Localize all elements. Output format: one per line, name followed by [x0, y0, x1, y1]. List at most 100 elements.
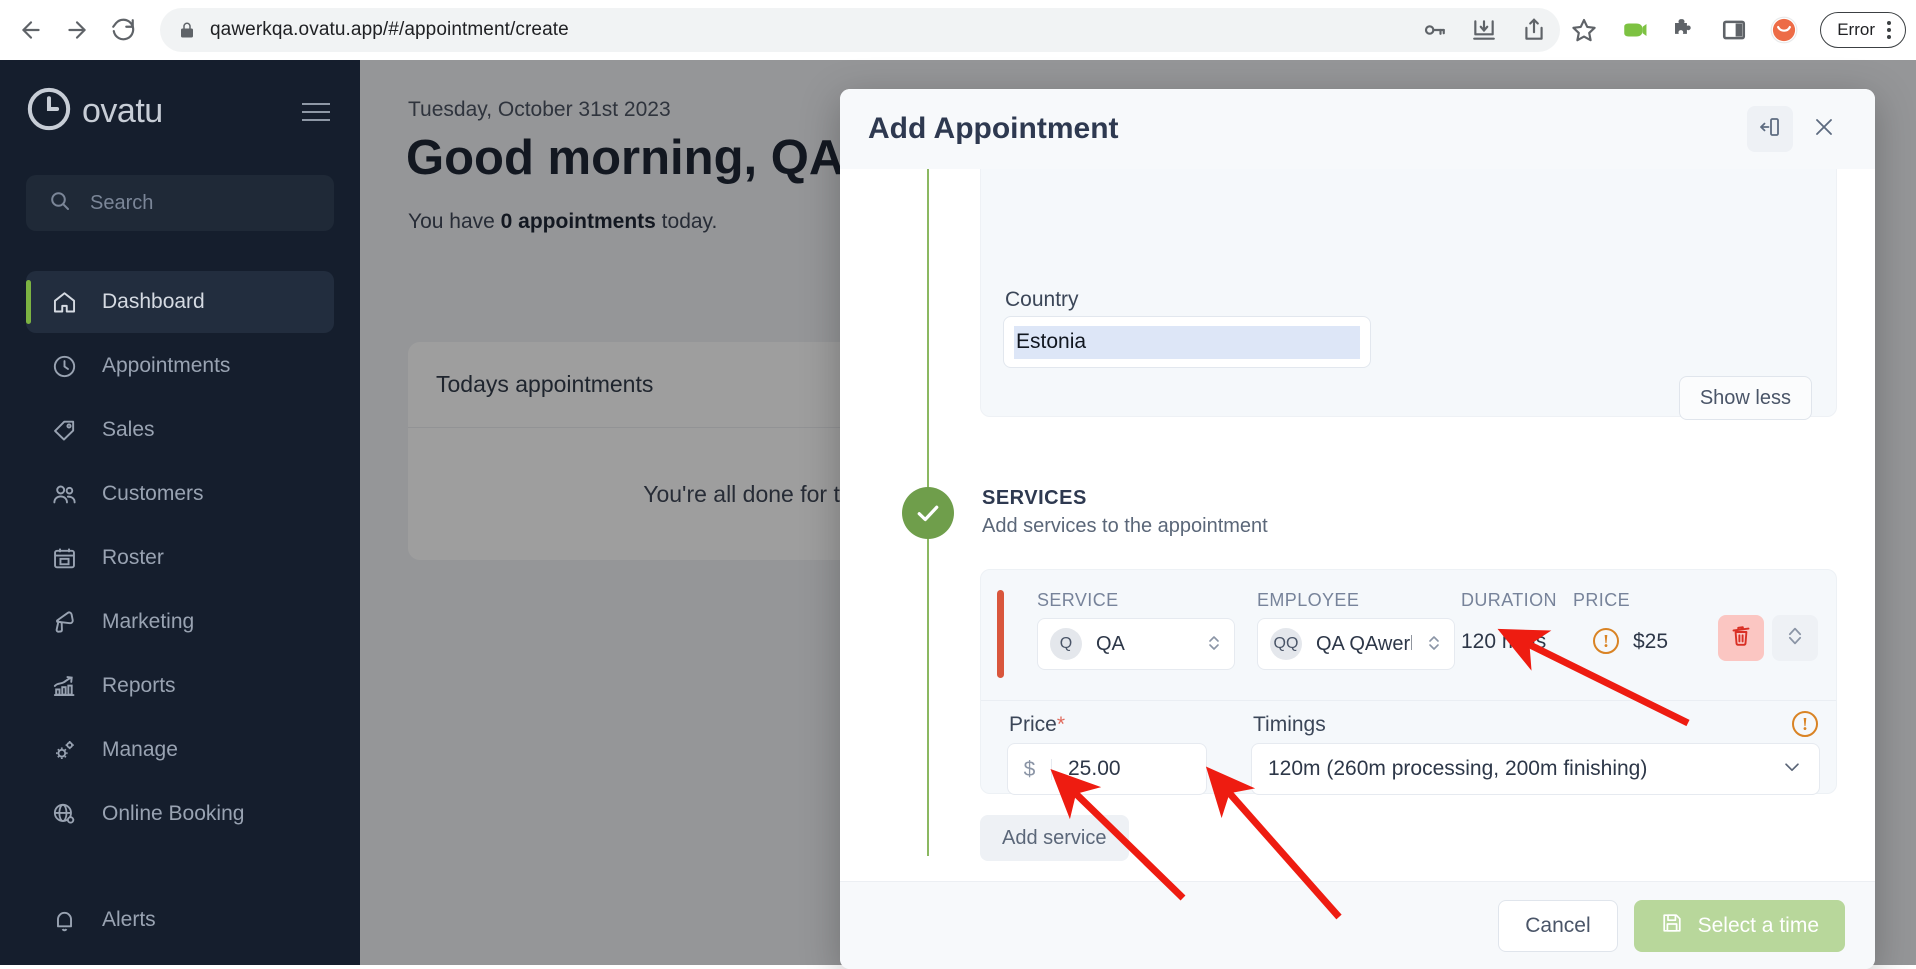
add-service-button[interactable]: Add service: [980, 815, 1129, 861]
tag-icon: [50, 416, 78, 444]
sidebar-item-label: Online Booking: [102, 802, 245, 825]
bar-chart-icon: [50, 672, 78, 700]
megaphone-icon: [50, 608, 78, 636]
back-button[interactable]: [10, 9, 52, 51]
service-row-actions: [1718, 615, 1818, 661]
cancel-button[interactable]: Cancel: [1498, 899, 1618, 952]
gears-icon: [50, 736, 78, 764]
service-duration-value: 120 mins: [1461, 630, 1547, 653]
sidebar-item-label: Manage: [102, 738, 178, 761]
modal-title: Add Appointment: [868, 112, 1119, 145]
close-modal-button[interactable]: [1801, 106, 1847, 152]
lock-icon: [178, 21, 196, 39]
search-input[interactable]: Search: [26, 175, 334, 231]
column-header-service: SERVICE: [1037, 590, 1119, 610]
services-section-header: SERVICES Add services to the appointment: [982, 487, 1268, 538]
trash-icon: [1729, 624, 1753, 653]
sidebar-item-marketing[interactable]: Marketing: [26, 591, 334, 653]
sidebar-item-label: Appointments: [102, 354, 231, 377]
customer-details-panel: Country Estonia Show less: [980, 169, 1837, 420]
side-panel-icon[interactable]: [1714, 10, 1754, 50]
delete-service-button[interactable]: [1718, 615, 1764, 661]
employee-select[interactable]: QQ QA QAwerk: [1257, 618, 1455, 670]
reload-button[interactable]: [102, 9, 144, 51]
service-row-card: SERVICE EMPLOYEE DURATION PRICE Q QA QQ …: [980, 569, 1837, 795]
duration-warning-icon[interactable]: !: [1593, 628, 1619, 654]
sidebar-item-customers[interactable]: Customers: [26, 463, 334, 525]
browser-toolbar: qawerkqa.ovatu.app/#/appointment/create …: [0, 0, 1916, 60]
error-label: Error: [1837, 20, 1875, 39]
price-input-value: 25.00: [1068, 757, 1121, 780]
services-subtitle: Add services to the appointment: [982, 515, 1268, 537]
price-input[interactable]: $ 25.00: [1007, 743, 1207, 795]
column-header-employee: EMPLOYEE: [1257, 590, 1360, 610]
stepper-icon[interactable]: [1426, 631, 1442, 658]
clock-icon: [50, 352, 78, 380]
currency-symbol: $: [1008, 758, 1052, 780]
sidebar-item-dashboard[interactable]: Dashboard: [26, 271, 334, 333]
price-label-text: Price: [1009, 713, 1057, 736]
profile-avatar-icon[interactable]: [1764, 10, 1804, 50]
country-label: Country: [1005, 288, 1079, 311]
hamburger-icon[interactable]: [302, 102, 330, 121]
bookmark-star-icon[interactable]: [1564, 10, 1604, 50]
password-key-icon[interactable]: [1414, 10, 1454, 50]
sidebar-nav: Dashboard Appointments Sales Customers R…: [0, 271, 360, 951]
kebab-menu-icon[interactable]: [1887, 21, 1891, 39]
extension-green-icon[interactable]: [1614, 10, 1654, 50]
stepper-icon[interactable]: [1206, 631, 1222, 658]
extensions-puzzle-icon[interactable]: [1664, 10, 1704, 50]
brand-name: ovatu: [82, 92, 163, 130]
browser-nav-buttons: [0, 9, 144, 51]
employee-avatar: QQ: [1270, 628, 1302, 660]
download-icon[interactable]: [1464, 10, 1504, 50]
users-icon: [50, 480, 78, 508]
service-row-details: Price* $ 25.00 Timings ! 120m (260m proc…: [981, 700, 1836, 795]
browser-action-icons: Error: [1414, 0, 1906, 60]
sidebar-item-roster[interactable]: Roster: [26, 527, 334, 589]
service-name: QA: [1096, 632, 1125, 655]
service-color-accent: [997, 590, 1004, 678]
timings-label: Timings: [1253, 713, 1326, 736]
service-row-main: SERVICE EMPLOYEE DURATION PRICE Q QA QQ …: [981, 570, 1836, 700]
save-icon: [1660, 911, 1684, 941]
sidebar-item-alerts[interactable]: Alerts: [26, 889, 334, 951]
sidebar-item-appointments[interactable]: Appointments: [26, 335, 334, 397]
required-asterisk: *: [1056, 713, 1066, 736]
forward-button[interactable]: [56, 9, 98, 51]
column-header-price: PRICE: [1573, 590, 1631, 610]
show-less-button[interactable]: Show less: [1678, 376, 1812, 420]
sidebar-item-label: Marketing: [102, 610, 195, 633]
sidebar-item-manage[interactable]: Manage: [26, 719, 334, 781]
timings-select[interactable]: 120m (260m processing, 200m finishing): [1251, 743, 1820, 795]
arrow-right-icon: [68, 21, 86, 39]
timings-warning-icon[interactable]: !: [1792, 711, 1818, 737]
modal-footer: Cancel Select a time: [840, 881, 1875, 969]
price-label: Price*: [1009, 713, 1065, 737]
sidebar-item-label: Customers: [102, 482, 204, 505]
reorder-service-button[interactable]: [1772, 615, 1818, 661]
collapse-panel-button[interactable]: [1747, 106, 1793, 152]
select-a-time-label: Select a time: [1697, 913, 1819, 937]
add-appointment-modal: Add Appointment Country Estonia Show les…: [840, 89, 1875, 969]
address-bar[interactable]: qawerkqa.ovatu.app/#/appointment/create: [160, 8, 1560, 52]
sidebar-item-sales[interactable]: Sales: [26, 399, 334, 461]
error-status-button[interactable]: Error: [1820, 12, 1906, 48]
modal-body: Country Estonia Show less SERVICES Add s…: [840, 169, 1875, 881]
employee-name: QA QAwerk: [1316, 632, 1412, 655]
sidebar-item-online-booking[interactable]: Online Booking: [26, 783, 334, 845]
services-title: SERVICES: [982, 487, 1087, 509]
sidebar-item-label: Sales: [102, 418, 155, 441]
share-icon[interactable]: [1514, 10, 1554, 50]
country-input[interactable]: Estonia: [1003, 316, 1371, 368]
sidebar: ovatu Search Dashboard Appointments Sale…: [0, 60, 360, 965]
select-a-time-button[interactable]: Select a time: [1633, 899, 1845, 952]
globe-gear-icon: [50, 800, 78, 828]
service-select[interactable]: Q QA: [1037, 618, 1235, 670]
service-avatar: Q: [1050, 628, 1082, 660]
service-price-value: $25: [1633, 630, 1669, 653]
country-value: Estonia: [1014, 325, 1360, 359]
sidebar-item-reports[interactable]: Reports: [26, 655, 334, 717]
sidebar-item-label: Dashboard: [102, 290, 205, 313]
